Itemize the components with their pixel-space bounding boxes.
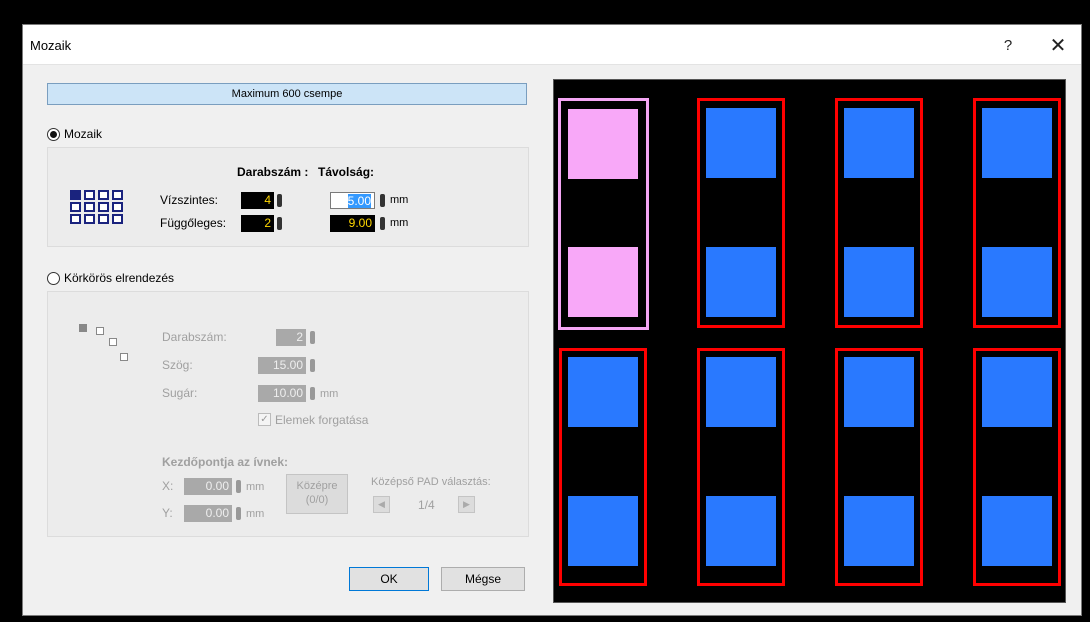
- mosaic-group: Darabszám : Távolság: Vízszintes: 4 5.00…: [47, 147, 529, 247]
- vertical-distance-spinner[interactable]: [380, 217, 385, 230]
- arc-square-icon-3: [109, 338, 117, 346]
- pad-selected-1: [568, 109, 638, 179]
- title-bar: Mozaik ? ✕: [23, 25, 1081, 65]
- radio-selected-icon[interactable]: [47, 127, 60, 141]
- horizontal-distance-field[interactable]: 5.00: [330, 192, 375, 209]
- pad: [706, 357, 776, 427]
- horizontal-count-spinner[interactable]: [277, 194, 282, 207]
- pad: [844, 108, 914, 178]
- radius-unit: mm: [320, 388, 339, 400]
- y-field[interactable]: 0.00: [184, 505, 232, 522]
- y-label: Y:: [162, 506, 173, 520]
- y-unit: mm: [246, 508, 265, 520]
- pad: [706, 247, 776, 317]
- circular-radio-label: Körkörös elrendezés: [64, 271, 175, 285]
- center-button-line2: (0/0): [305, 494, 329, 506]
- radius-label: Sugár:: [162, 386, 198, 400]
- horizontal-distance-spinner[interactable]: [380, 194, 385, 207]
- pad: [844, 247, 914, 317]
- pad: [982, 357, 1052, 427]
- pad: [982, 108, 1052, 178]
- center-button-line1: Középre: [296, 480, 338, 492]
- close-icon[interactable]: ✕: [1035, 25, 1081, 65]
- x-field[interactable]: 0.00: [184, 478, 232, 495]
- mosaic-preview: [553, 79, 1066, 603]
- vertical-distance-unit: mm: [390, 217, 409, 229]
- center-button[interactable]: Középre (0/0): [286, 474, 348, 514]
- angle-spinner[interactable]: [310, 359, 315, 372]
- pad: [706, 108, 776, 178]
- pad: [982, 496, 1052, 566]
- circular-radio[interactable]: Körkörös elrendezés: [47, 271, 174, 285]
- horizontal-distance-selection: 5.00: [347, 194, 371, 208]
- mozaik-dialog: Mozaik ? ✕ Maximum 600 csempe Mozaik Dar…: [22, 24, 1082, 616]
- angle-field[interactable]: 15.00: [258, 357, 306, 374]
- vertical-count-spinner[interactable]: [277, 217, 282, 230]
- center-pad-label: Középső PAD választás:: [371, 476, 491, 488]
- pad: [982, 247, 1052, 317]
- circular-group: Darabszám: 2 Szög: 15.00 Sugár: 10.00 mm…: [47, 291, 529, 537]
- horizontal-label: Vízszintes:: [160, 193, 219, 207]
- x-label: X:: [162, 479, 174, 493]
- arc-start-header: Kezdőpontja az ívnek:: [162, 455, 289, 469]
- distance-header: Távolság:: [318, 165, 375, 179]
- pad: [844, 357, 914, 427]
- pad-selected-2: [568, 247, 638, 317]
- mosaic-radio-label: Mozaik: [64, 127, 103, 141]
- angle-label: Szög:: [162, 358, 193, 372]
- cancel-button[interactable]: Mégse: [441, 567, 525, 591]
- radius-field[interactable]: 10.00: [258, 385, 306, 402]
- x-spinner[interactable]: [236, 480, 241, 493]
- x-unit: mm: [246, 481, 265, 493]
- next-pad-button[interactable]: ▶: [458, 496, 475, 513]
- circular-count-spinner[interactable]: [310, 331, 315, 344]
- arc-square-icon-2: [96, 327, 104, 335]
- vertical-distance-field[interactable]: 9.00: [330, 215, 375, 232]
- radius-spinner[interactable]: [310, 387, 315, 400]
- pad: [568, 357, 638, 427]
- vertical-label: Függőleges:: [160, 216, 227, 230]
- pad-index: 1/4: [418, 498, 435, 512]
- rotate-elements-checkbox[interactable]: ✓: [258, 413, 271, 426]
- horizontal-count-field[interactable]: 4: [241, 192, 274, 209]
- arc-square-icon-4: [120, 353, 128, 361]
- circular-count-field[interactable]: 2: [276, 329, 306, 346]
- pad: [844, 496, 914, 566]
- grid-tiles-icon: [70, 190, 124, 226]
- y-spinner[interactable]: [236, 507, 241, 520]
- circular-count-label: Darabszám:: [162, 330, 227, 344]
- rotate-elements-label: Elemek forgatása: [275, 413, 369, 427]
- pad: [568, 496, 638, 566]
- mosaic-radio[interactable]: Mozaik: [47, 127, 102, 141]
- horizontal-distance-unit: mm: [390, 194, 409, 206]
- dialog-title: Mozaik: [30, 38, 72, 53]
- radio-unselected-icon[interactable]: [47, 271, 60, 285]
- ok-button[interactable]: OK: [349, 567, 429, 591]
- vertical-count-field[interactable]: 2: [241, 215, 274, 232]
- arc-square-icon-1: [79, 324, 87, 332]
- help-button[interactable]: ?: [985, 25, 1031, 65]
- prev-pad-button[interactable]: ◀: [373, 496, 390, 513]
- pad: [706, 496, 776, 566]
- max-tiles-banner: Maximum 600 csempe: [47, 83, 527, 105]
- count-header: Darabszám :: [237, 165, 309, 179]
